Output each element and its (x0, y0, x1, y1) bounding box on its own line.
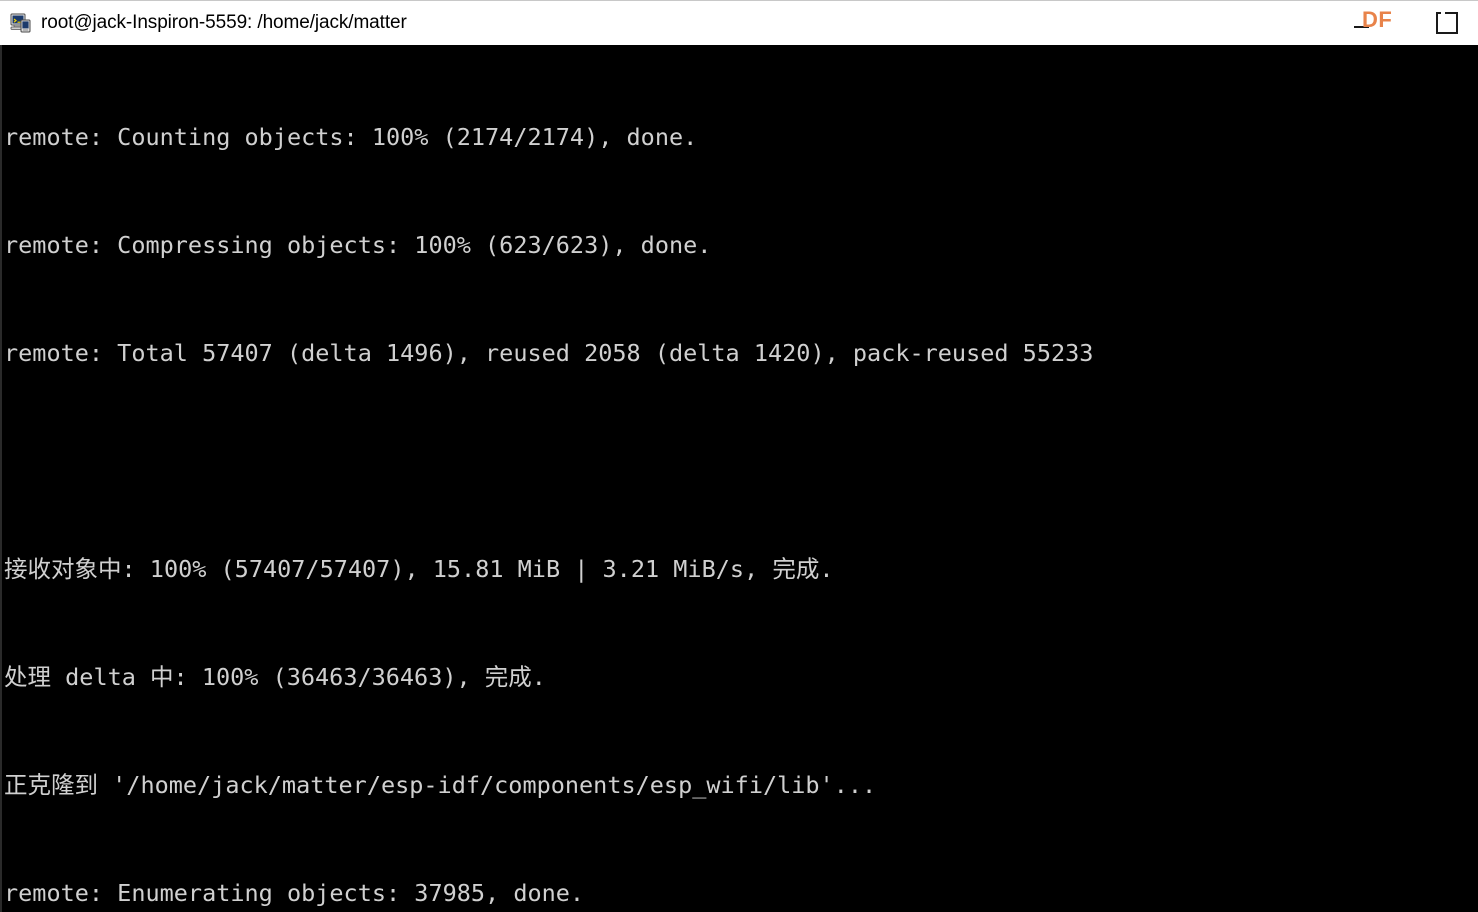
terminal-line: remote: Total 57407 (delta 1496), reused… (4, 339, 1094, 367)
terminal-line: 处理 delta 中: 100% (36463/36463), 完成. (4, 663, 546, 691)
terminal-lines: remote: Counting objects: 100% (2174/217… (2, 45, 1478, 912)
terminal-line: remote: Compressing objects: 100% (623/6… (4, 231, 712, 259)
terminal-window: root@jack-Inspiron-5559: /home/jack/matt… (0, 0, 1478, 912)
terminal-icon (10, 12, 32, 34)
terminal-output-area[interactable]: remote: Counting objects: 100% (2174/217… (0, 45, 1478, 912)
titlebar-left-group: root@jack-Inspiron-5559: /home/jack/matt… (10, 12, 1332, 34)
terminal-line: 正克隆到 '/home/jack/matter/esp-idf/componen… (4, 771, 877, 799)
terminal-line: remote: Counting objects: 100% (2174/217… (4, 123, 698, 151)
window-title: root@jack-Inspiron-5559: /home/jack/matt… (41, 12, 407, 33)
window-titlebar[interactable]: root@jack-Inspiron-5559: /home/jack/matt… (0, 0, 1478, 45)
minimize-button[interactable]: DF (1332, 1, 1416, 46)
terminal-line: remote: Enumerating objects: 37985, done… (4, 879, 585, 907)
df-overlay-label: DF (1362, 6, 1393, 32)
terminal-line: 接收对象中: 100% (57407/57407), 15.81 MiB | 3… (4, 555, 834, 583)
window-controls: DF (1332, 1, 1478, 45)
maximize-button[interactable] (1416, 1, 1478, 46)
maximize-icon (1436, 12, 1458, 34)
